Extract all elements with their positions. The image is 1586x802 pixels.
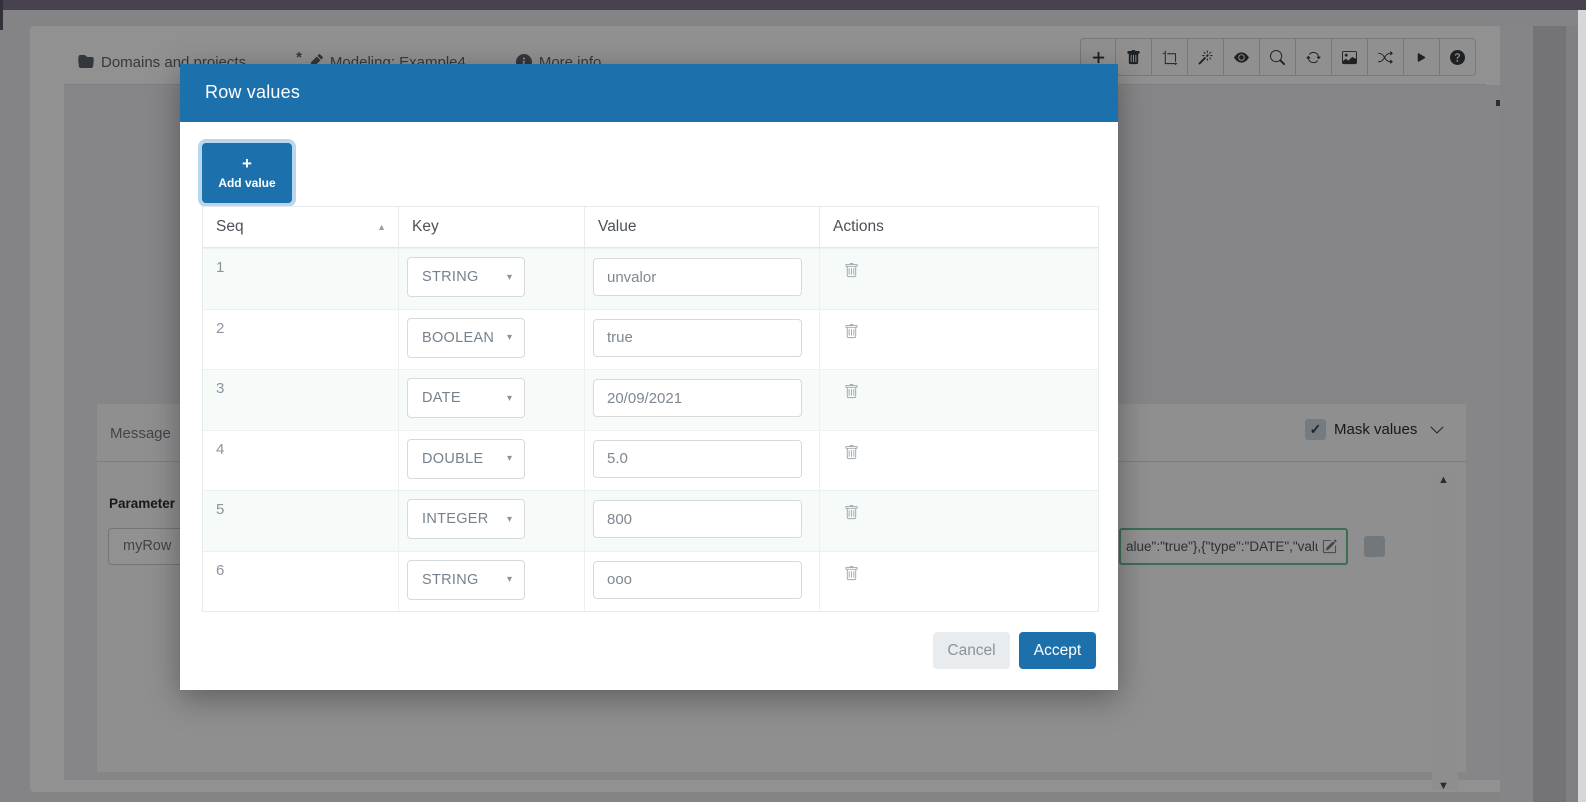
dialog-header: Row values (180, 64, 1118, 122)
page: Domains and projects * Modeling: Example… (0, 0, 1586, 802)
caret-down-icon: ▾ (507, 272, 512, 283)
column-header-key[interactable]: Key (399, 207, 585, 247)
delete-row-button[interactable] (844, 324, 859, 339)
type-dropdown[interactable]: BOOLEAN▾ (407, 318, 525, 358)
trash-icon (844, 566, 859, 581)
delete-row-button[interactable] (844, 263, 859, 278)
table-row: 5 INTEGER▾ (203, 490, 1098, 551)
accept-button[interactable]: Accept (1019, 632, 1096, 669)
seq-cell: 5 (203, 491, 399, 551)
caret-down-icon: ▾ (507, 332, 512, 343)
column-header-value[interactable]: Value (585, 207, 820, 247)
sort-asc-icon: ▲ (377, 222, 386, 232)
delete-row-button[interactable] (844, 505, 859, 520)
table-row: 6 STRING▾ (203, 551, 1098, 612)
seq-cell: 1 (203, 249, 399, 309)
caret-down-icon: ▾ (507, 574, 512, 585)
value-input[interactable] (593, 500, 802, 538)
window-topbar (0, 0, 1586, 10)
table-row: 4 DOUBLE▾ (203, 430, 1098, 491)
caret-down-icon: ▾ (507, 514, 512, 525)
trash-icon (844, 324, 859, 339)
plus-icon: + (242, 157, 252, 171)
seq-cell: 2 (203, 310, 399, 370)
value-input[interactable] (593, 440, 802, 478)
type-dropdown[interactable]: DOUBLE▾ (407, 439, 525, 479)
seq-cell: 3 (203, 370, 399, 430)
type-dropdown[interactable]: STRING▾ (407, 560, 525, 600)
column-header-actions: Actions (820, 207, 1098, 247)
seq-cell: 6 (203, 552, 399, 612)
topbar-notch (0, 0, 3, 30)
delete-row-button[interactable] (844, 445, 859, 460)
value-input[interactable] (593, 561, 802, 599)
row-values-dialog: Row values + Add value Seq ▲ Key Value A… (180, 64, 1118, 690)
trash-icon (844, 263, 859, 278)
trash-icon (844, 505, 859, 520)
row-values-table: Seq ▲ Key Value Actions 1 STRING▾ 2 BOOL… (202, 206, 1099, 612)
value-input[interactable] (593, 319, 802, 357)
add-value-button[interactable]: + Add value (202, 143, 292, 203)
type-dropdown[interactable]: STRING▾ (407, 257, 525, 297)
table-row: 1 STRING▾ (203, 248, 1098, 309)
caret-down-icon: ▾ (507, 453, 512, 464)
delete-row-button[interactable] (844, 384, 859, 399)
trash-icon (844, 445, 859, 460)
caret-down-icon: ▾ (507, 393, 512, 404)
browser-scrollbar[interactable] (1578, 10, 1586, 802)
type-dropdown[interactable]: INTEGER▾ (407, 499, 525, 539)
add-value-label: Add value (218, 176, 275, 190)
table-header-row: Seq ▲ Key Value Actions (203, 207, 1098, 248)
cancel-button[interactable]: Cancel (933, 632, 1010, 669)
column-header-seq[interactable]: Seq ▲ (203, 207, 399, 247)
value-input[interactable] (593, 258, 802, 296)
table-row: 2 BOOLEAN▾ (203, 309, 1098, 370)
trash-icon (844, 384, 859, 399)
value-input[interactable] (593, 379, 802, 417)
delete-row-button[interactable] (844, 566, 859, 581)
type-dropdown[interactable]: DATE▾ (407, 378, 525, 418)
dialog-title: Row values (205, 82, 300, 103)
table-row: 3 DATE▾ (203, 369, 1098, 430)
dialog-footer: Cancel Accept (933, 632, 1096, 669)
seq-cell: 4 (203, 431, 399, 491)
